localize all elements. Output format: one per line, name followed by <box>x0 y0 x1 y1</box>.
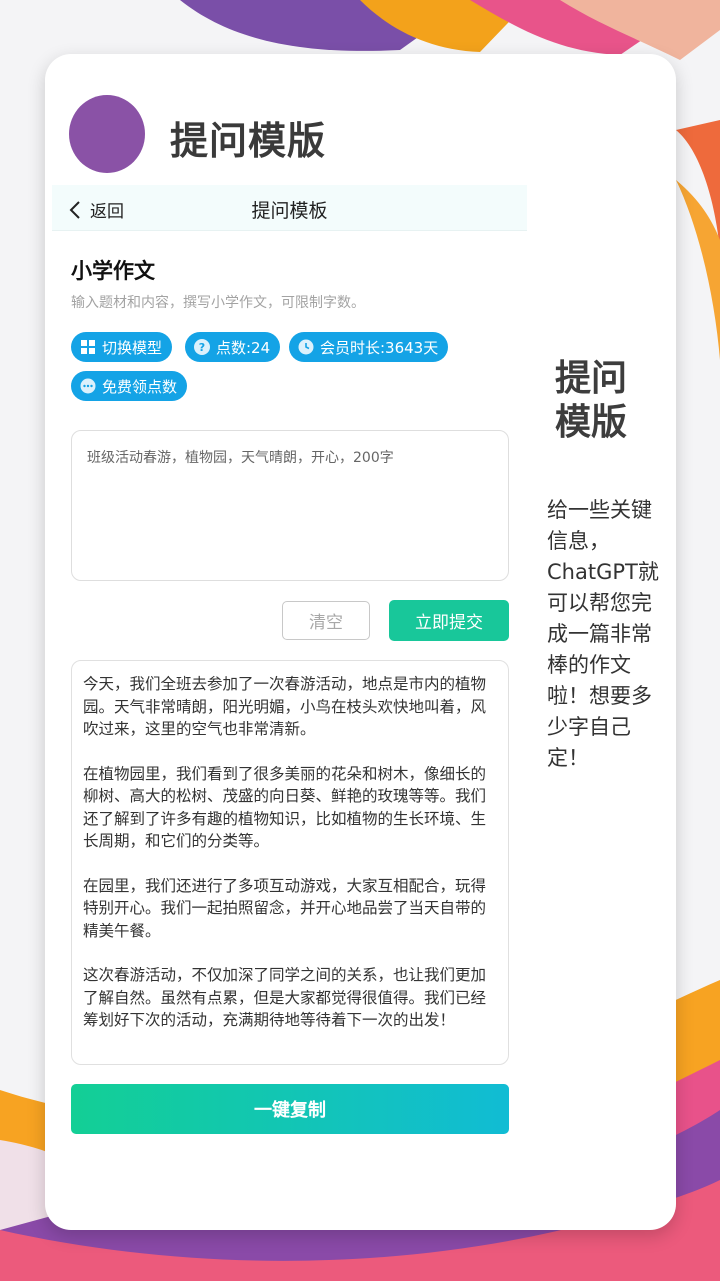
template-description: 输入题材和内容，撰写小学作文，可限制字数。 <box>71 295 365 311</box>
brand-title: 提问模版 <box>170 119 327 163</box>
switch-model-tag[interactable]: 切换模型 <box>71 332 173 362</box>
clear-button[interactable]: 清空 <box>282 601 370 640</box>
avatar <box>69 95 145 173</box>
prompt-input[interactable]: 班级活动春游，植物园，天气晴朗，开心，200字 <box>71 430 509 581</box>
grid-icon <box>80 339 96 355</box>
result-paragraph: 今天，我们全班去参加了一次春游活动，地点是市内的植物园。天气非常晴朗，阳光明媚，… <box>83 675 487 738</box>
free-points-label: 免费领点数 <box>102 377 178 396</box>
more-icon <box>80 378 96 394</box>
question-icon: ? <box>194 339 210 355</box>
points-tag[interactable]: ? 点数:24 <box>185 332 281 362</box>
nav-bar: 返回 提问模板 <box>52 185 527 231</box>
membership-label: 会员时长:3643天 <box>320 338 439 357</box>
clock-icon <box>298 339 314 355</box>
switch-model-label: 切换模型 <box>102 338 163 357</box>
copy-button[interactable]: 一键复制 <box>71 1084 509 1134</box>
free-points-tag[interactable]: 免费领点数 <box>71 371 188 401</box>
result-paragraph: 这次春游活动，不仅加深了同学之间的关系，也让我们更加了解自然。虽然有点累，但是大… <box>83 966 487 1029</box>
result-text[interactable]: 今天，我们全班去参加了一次春游活动，地点是市内的植物园。天气非常晴朗，阳光明媚，… <box>71 660 509 1065</box>
side-description: 给一些关键信息，ChatGPT就可以帮您完成一篇非常棒的作文啦！想要多少字自己定… <box>547 498 659 770</box>
result-paragraph: 在园里，我们还进行了多项互动游戏，大家互相配合，玩得特别开心。我们一起拍照留念，… <box>83 876 487 940</box>
membership-tag[interactable]: 会员时长:3643天 <box>289 332 449 362</box>
phone-screen: 返回 提问模板 小学作文 输入题材和内容，撰写小学作文，可限制字数。 切换模型 … <box>52 185 527 1215</box>
nav-title: 提问模板 <box>251 200 328 222</box>
template-title: 小学作文 <box>71 259 155 283</box>
points-label: 点数:24 <box>216 338 271 357</box>
submit-button[interactable]: 立即提交 <box>389 600 509 641</box>
side-title: 提问模版 <box>555 358 628 443</box>
result-paragraph: 在植物园里，我们看到了很多美丽的花朵和树木，像细长的柳树、高大的松树、茂盛的向日… <box>83 764 487 851</box>
